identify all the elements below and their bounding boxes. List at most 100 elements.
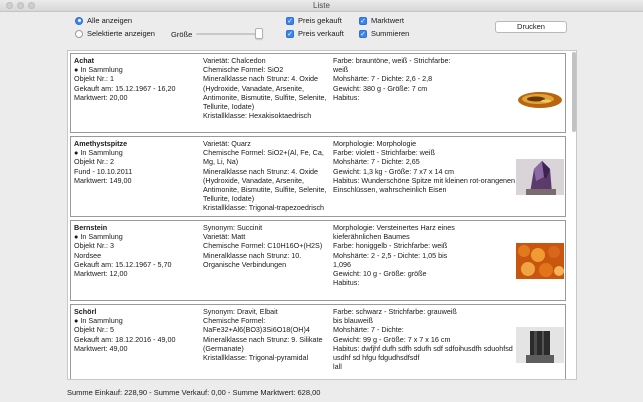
- checkbox-market-value-label: Marktwert: [371, 16, 404, 25]
- item-status-text: In Sammlung: [80, 65, 123, 75]
- item-detail: Varietät: Quarz: [203, 139, 251, 148]
- item-detail: Kristallklasse: Trigonal-trapezoedrisch: [203, 203, 325, 213]
- item-property: Einschlüssen, wahrscheinlich Eisen: [333, 185, 447, 195]
- radio-show-selected-label: Selektierte anzeigen: [87, 29, 155, 38]
- amber-thumbnail: [516, 243, 564, 279]
- item-property: Farbe: violett - Strichfarbe: weiß: [333, 148, 435, 158]
- item-property: Mohshärte: 2 - 2,5 - Dichte: 1,05 bis: [333, 250, 448, 260]
- checkmark-icon[interactable]: ✓: [359, 16, 367, 25]
- item-property: 1,096: [333, 259, 351, 269]
- item-summary: Schörl ● In Sammlung Objekt Nr.: 5 Gekau…: [74, 307, 200, 353]
- item-detail: Mineralklasse nach Strunz: 9. Silikate: [203, 334, 323, 344]
- size-slider-track[interactable]: [196, 33, 260, 35]
- item-detail: Mineralklasse nach Strunz: 10.: [203, 250, 302, 260]
- checkbox-market-value[interactable]: ✓ Marktwert: [359, 16, 404, 25]
- title-bar: Liste: [0, 0, 643, 12]
- item-object-number: Objekt Nr.: 1: [74, 74, 114, 84]
- totals-footer: Summe Einkauf: 228,90 - Summe Verkauf: 0…: [67, 388, 321, 397]
- item-name: Schörl: [74, 307, 97, 316]
- item-source: Gekauft am: 15.12.1967 - 16,20: [74, 83, 176, 93]
- item-property: Gewicht: 380 g - Größe: 7 cm: [333, 83, 428, 93]
- item-object-number: Objekt Nr.: 5: [74, 325, 114, 335]
- item-status: ● In Sammlung: [74, 232, 123, 242]
- item-property: bis blauweiß: [333, 316, 373, 326]
- item-market-value: Marktwert: 12,00: [74, 269, 128, 279]
- schorl-thumbnail: [516, 327, 564, 363]
- checkbox-sum[interactable]: ✓ Summieren: [359, 29, 409, 38]
- item-property: lall: [333, 362, 342, 372]
- radio-show-all-label: Alle anzeigen: [87, 16, 133, 25]
- item-detail: Mineralklasse nach Strunz: 4. Oxide: [203, 74, 319, 84]
- list-item[interactable]: Achat ● In Sammlung Objekt Nr.: 1 Gekauf…: [70, 53, 566, 133]
- item-purchase: Gekauft am: 15.12.1967 - 5,70: [74, 259, 172, 269]
- item-property: Mohshärte: 7 - Dichte: 2,65: [333, 157, 420, 167]
- item-property: Habitus:: [333, 92, 360, 102]
- item-market-value: Marktwert: 149,00: [74, 175, 132, 185]
- item-properties: Farbe: brauntöne, weiß - Strichfarbe: we…: [333, 56, 513, 102]
- item-detail: NaFe32+Al6(BO3)3Si6O18(OH)4: [203, 325, 310, 335]
- item-summary: Bernstein ● In Sammlung Objekt Nr.: 3 No…: [74, 223, 200, 278]
- toolbar: Alle anzeigen Selektierte anzeigen Größe…: [0, 12, 643, 50]
- item-detail: Varietät: Matt: [203, 232, 246, 242]
- item-detail: Mineralklasse nach Strunz: 4. Oxide: [203, 166, 319, 176]
- window-title: Liste: [313, 1, 330, 10]
- checkbox-sale-price-label: Preis verkauft: [298, 29, 344, 38]
- item-properties: Morphologie: Morphologie Farbe: violett …: [333, 139, 515, 195]
- item-source: Fund - 10.10.2011: [74, 166, 133, 176]
- item-detail: Synonym: Dravit, Elbait: [203, 307, 278, 316]
- item-status-text: In Sammlung: [80, 148, 123, 158]
- item-summary: Achat ● In Sammlung Objekt Nr.: 1 Gekauf…: [74, 56, 200, 102]
- radio-show-all[interactable]: Alle anzeigen: [75, 16, 132, 25]
- item-property: Gewicht: 99 g - Größe: 7 x 7 x 16 cm: [333, 334, 451, 344]
- item-property: usdhf sd hfgu fdgudhsdfsdf: [333, 353, 420, 363]
- window-controls: [6, 2, 35, 9]
- size-slider-handle[interactable]: [255, 28, 263, 39]
- print-button[interactable]: Drucken: [495, 21, 567, 33]
- size-label: Größe: [171, 30, 193, 39]
- mineral-list[interactable]: Achat ● In Sammlung Objekt Nr.: 1 Gekauf…: [67, 50, 577, 380]
- item-name: Achat: [74, 56, 94, 65]
- item-market-value: Marktwert: 20,00: [74, 92, 128, 102]
- item-name: Amethystspitze: [74, 139, 128, 148]
- item-detail: Antimonite, Bismutite, Sulfite, Selenite…: [203, 185, 327, 195]
- radio-selected-icon[interactable]: [75, 16, 83, 25]
- list-item[interactable]: Bernstein ● In Sammlung Objekt Nr.: 3 No…: [70, 220, 566, 301]
- list-item[interactable]: Schörl ● In Sammlung Objekt Nr.: 5 Gekau…: [70, 304, 566, 379]
- radio-unselected-icon[interactable]: [75, 29, 83, 38]
- item-property: Farbe: brauntöne, weiß - Strichfarbe:: [333, 56, 451, 65]
- checkmark-icon[interactable]: ✓: [359, 29, 367, 38]
- item-property: kieferähnlichen Baumes: [333, 232, 410, 242]
- item-property: Habitus:: [333, 278, 360, 288]
- item-property: Mohshärte: 7 - Dichte:: [333, 325, 404, 335]
- checkmark-icon[interactable]: ✓: [286, 16, 294, 25]
- item-detail: Synonym: Succinit: [203, 223, 263, 232]
- zoom-window-icon[interactable]: [28, 2, 35, 9]
- checkbox-sum-label: Summieren: [371, 29, 410, 38]
- item-detail: Chemische Formel: C10H16O+(H2S): [203, 241, 323, 251]
- item-properties: Morphologie: Versteinertes Harz eines ki…: [333, 223, 513, 287]
- item-detail: (Hydroxide, Vanadate, Arsenite,: [203, 175, 304, 185]
- item-summary: Amethystspitze ● In Sammlung Objekt Nr.:…: [74, 139, 200, 185]
- item-object-number: Objekt Nr.: 2: [74, 157, 114, 167]
- checkbox-sale-price[interactable]: ✓ Preis verkauft: [286, 29, 344, 38]
- radio-show-selected[interactable]: Selektierte anzeigen: [75, 29, 155, 38]
- checkbox-purchase-price[interactable]: ✓ Preis gekauft: [286, 16, 342, 25]
- item-detail: (Germanate): [203, 343, 244, 353]
- item-property: Farbe: honiggelb - Strichfarbe: weiß: [333, 241, 448, 251]
- item-detail: Chemische Formel: SiO2: [203, 65, 284, 75]
- list-item[interactable]: Amethystspitze ● In Sammlung Objekt Nr.:…: [70, 136, 566, 217]
- item-detail: Chemische Formel:: [203, 316, 266, 326]
- item-property: weiß: [333, 65, 349, 75]
- close-window-icon[interactable]: [6, 2, 13, 9]
- item-market-value: Marktwert: 49,00: [74, 343, 128, 353]
- agate-thumbnail: [518, 92, 562, 108]
- minimize-window-icon[interactable]: [17, 2, 24, 9]
- checkmark-icon[interactable]: ✓: [286, 29, 294, 38]
- item-mineralogy: Varietät: Chalcedon Chemische Formel: Si…: [203, 56, 331, 120]
- item-mineralogy: Varietät: Quarz Chemische Formel: SiO2+(…: [203, 139, 331, 213]
- list-scrollbar[interactable]: [572, 52, 576, 132]
- item-detail: (Hydroxide, Vanadate, Arsenite,: [203, 83, 304, 93]
- item-property: Gewicht: 10 g - Größe: größe: [333, 269, 427, 279]
- item-status: ● In Sammlung: [74, 65, 123, 75]
- item-detail: Tellurite, Iodate): [203, 194, 255, 204]
